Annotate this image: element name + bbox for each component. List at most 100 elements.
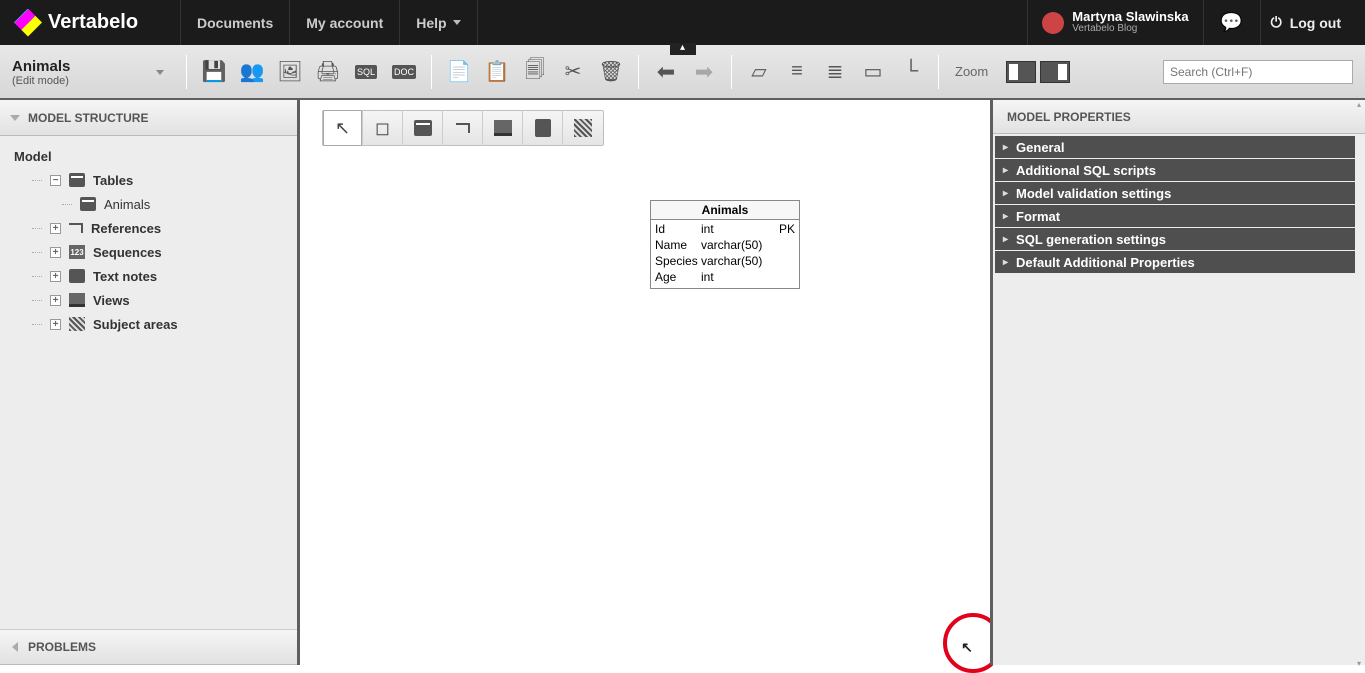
nav-help[interactable]: Help [399, 0, 477, 45]
align-tool-5[interactable]: └ [894, 55, 928, 89]
tree-node-subject-areas[interactable]: + Subject areas [14, 312, 291, 336]
toggle-left-panel[interactable] [1006, 61, 1036, 83]
nav-documents[interactable]: Documents [180, 0, 289, 45]
paste-button[interactable]: 📋 [480, 55, 514, 89]
expand-icon[interactable]: + [50, 247, 61, 258]
logo-mark-icon [14, 9, 42, 37]
scroll-down-icon[interactable]: ▾ [1357, 659, 1363, 665]
toolbar-tip-tab[interactable] [670, 43, 696, 55]
separator [731, 55, 732, 89]
toggle-right-panel[interactable] [1040, 61, 1070, 83]
col-key [773, 254, 795, 270]
minimap-toggle-icon[interactable]: ↖ [959, 639, 975, 655]
erd-column[interactable]: Speciesvarchar(50) [655, 254, 795, 270]
tree-node-sequences[interactable]: + 123 Sequences [14, 240, 291, 264]
tree-label: Subject areas [93, 317, 178, 332]
save-button[interactable]: 💾 [197, 55, 231, 89]
align-tool-4[interactable]: ▭ [856, 55, 890, 89]
share-button[interactable]: 👥 [235, 55, 269, 89]
separator [938, 55, 939, 89]
tree-label: Animals [104, 197, 150, 212]
tree-node-text-notes[interactable]: + Text notes [14, 264, 291, 288]
section-sql-gen[interactable]: SQL generation settings [995, 228, 1355, 250]
doc-export-button[interactable]: DOC [387, 55, 421, 89]
tree-root-model[interactable]: Model [14, 144, 291, 168]
problems-header[interactable]: PROBLEMS [0, 629, 297, 665]
section-validation[interactable]: Model validation settings [995, 182, 1355, 204]
chevron-down-icon [453, 20, 461, 25]
add-area-tool[interactable] [563, 110, 603, 146]
tree-node-animals[interactable]: Animals [14, 192, 291, 216]
main-toolbar: Animals (Edit mode) 💾 👥 🖼 🖨 SQL DOC 📄 📋 … [0, 45, 1365, 100]
zoom-label[interactable]: Zoom [949, 64, 994, 79]
document-mode: (Edit mode) [12, 75, 70, 87]
user-menu[interactable]: Martyna Slawinska Vertabelo Blog [1027, 0, 1203, 45]
sql-export-button[interactable]: SQL [349, 55, 383, 89]
model-tree: Model − Tables Animals + References [0, 136, 297, 629]
add-note-tool[interactable] [523, 110, 563, 146]
add-table-tool[interactable] [403, 110, 443, 146]
reference-icon [69, 223, 83, 233]
tree-connector [32, 324, 42, 325]
sequence-icon: 123 [69, 245, 85, 259]
align-tool-2[interactable]: ≡ [780, 55, 814, 89]
copy-button[interactable]: 📄 [442, 55, 476, 89]
image-export-button[interactable]: 🖼 [273, 55, 307, 89]
delete-button[interactable]: 🗑 [594, 55, 628, 89]
section-default-props[interactable]: Default Additional Properties [995, 251, 1355, 273]
scroll-up-icon[interactable]: ▴ [1357, 100, 1363, 106]
erd-table-animals[interactable]: Animals IdintPK Namevarchar(50) Speciesv… [650, 200, 800, 289]
document-selector[interactable]: Animals (Edit mode) [6, 52, 176, 91]
add-view-tool[interactable] [483, 110, 523, 146]
tree-node-tables[interactable]: − Tables [14, 168, 291, 192]
model-properties-title: MODEL PROPERTIES [1007, 110, 1131, 124]
tree-connector [32, 276, 42, 277]
erd-table-name: Animals [651, 201, 799, 220]
section-general[interactable]: General [995, 136, 1355, 158]
erd-column[interactable]: IdintPK [655, 222, 795, 238]
expand-icon[interactable]: + [50, 319, 61, 330]
tree-node-views[interactable]: + Views [14, 288, 291, 312]
diagram-canvas[interactable]: ↖ ◻ Animals IdintPK Namevarchar(50) Spec… [300, 100, 990, 665]
separator [186, 55, 187, 89]
tree-node-references[interactable]: + References [14, 216, 291, 240]
expand-icon[interactable]: + [50, 295, 61, 306]
expand-icon[interactable]: + [50, 271, 61, 282]
align-tool-3[interactable]: ≣ [818, 55, 852, 89]
model-structure-title: MODEL STRUCTURE [28, 111, 148, 125]
select-tool[interactable]: ↖ [323, 110, 363, 146]
undo-button[interactable]: ⬅ [649, 55, 683, 89]
tree-connector [62, 204, 72, 205]
app-header: Vertabelo Documents My account Help Mart… [0, 0, 1365, 45]
cut-button[interactable]: ✂ [556, 55, 590, 89]
add-reference-tool[interactable] [443, 110, 483, 146]
section-format[interactable]: Format [995, 205, 1355, 227]
logout-button[interactable]: ⏻ Log out [1260, 0, 1351, 45]
user-name: Martyna Slawinska [1072, 11, 1188, 23]
print-button[interactable]: 🖨 [311, 55, 345, 89]
col-name: Age [655, 270, 701, 286]
marquee-tool[interactable]: ◻ [363, 110, 403, 146]
col-key [773, 238, 795, 254]
nav-my-account[interactable]: My account [289, 0, 399, 45]
erd-column[interactable]: Namevarchar(50) [655, 238, 795, 254]
align-tool-1[interactable]: ▱ [742, 55, 776, 89]
expand-icon[interactable]: + [50, 223, 61, 234]
redo-button[interactable]: ➡ [687, 55, 721, 89]
duplicate-button[interactable]: 🗐 [518, 55, 552, 89]
search-input[interactable] [1163, 60, 1353, 84]
brand-logo[interactable]: Vertabelo [0, 0, 180, 45]
erd-column[interactable]: Ageint [655, 270, 795, 286]
tree-label: Model [14, 149, 52, 164]
model-structure-header[interactable]: MODEL STRUCTURE [0, 100, 297, 136]
scrollbar[interactable]: ▴ ▾ [1357, 100, 1363, 665]
chat-icon[interactable]: 💬 [1218, 9, 1246, 37]
panel-toggles [1006, 61, 1070, 83]
col-name: Id [655, 222, 701, 238]
nav-help-label: Help [416, 15, 446, 31]
tree-label: References [91, 221, 161, 236]
document-title: Animals [12, 58, 70, 75]
collapse-icon[interactable]: − [50, 175, 61, 186]
separator [638, 55, 639, 89]
section-additional-sql[interactable]: Additional SQL scripts [995, 159, 1355, 181]
